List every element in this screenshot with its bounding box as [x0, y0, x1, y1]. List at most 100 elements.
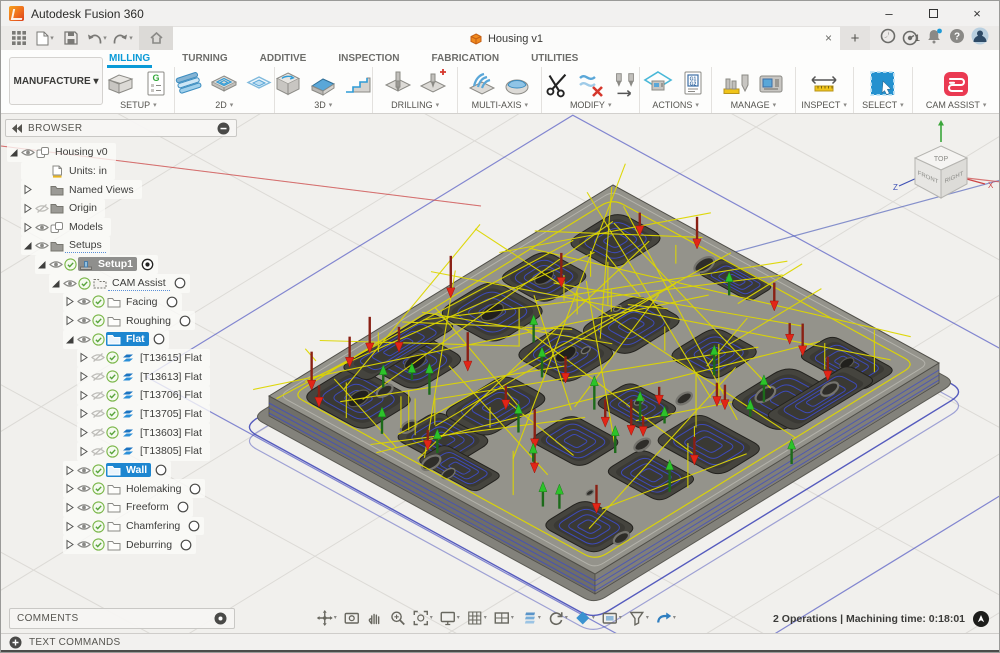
visibility-eye-icon[interactable]	[90, 426, 105, 439]
operation-ring-icon[interactable]	[177, 501, 189, 513]
viewports-icon[interactable]: ▾	[491, 608, 517, 628]
operation-ring-icon[interactable]	[180, 539, 192, 551]
close-button[interactable]: ×	[955, 1, 999, 26]
operation-ring-icon[interactable]	[188, 520, 200, 532]
expander-icon[interactable]	[77, 427, 90, 438]
tree-row[interactable]: Flat	[63, 330, 169, 349]
expander-icon[interactable]	[63, 539, 76, 550]
tree-row[interactable]: [T13706] Flat	[77, 386, 210, 405]
orbit-icon[interactable]: ▾	[314, 608, 340, 628]
tree-row[interactable]: Housing v0	[7, 143, 116, 162]
tree-item-label[interactable]: [T13805] Flat	[136, 444, 206, 458]
tree-item-label[interactable]: [T13706] Flat	[136, 388, 206, 402]
visibility-eye-icon[interactable]	[76, 464, 91, 477]
tree-row[interactable]: Wall	[63, 461, 171, 480]
job-status-icon[interactable]	[880, 28, 896, 49]
operation-ring-icon[interactable]	[179, 315, 191, 327]
tree-row[interactable]: Facing	[63, 293, 182, 312]
tree-item-label[interactable]: Housing v0	[51, 145, 112, 159]
tree-item-label[interactable]: [T13603] Flat	[136, 426, 206, 440]
tree-item-label[interactable]: Setup1	[94, 257, 137, 271]
expander-icon[interactable]	[21, 184, 34, 195]
group-label-actions[interactable]: ACTIONS▾	[652, 100, 699, 110]
expander-icon[interactable]	[77, 352, 90, 363]
pan-icon[interactable]	[364, 608, 386, 628]
measure-icon[interactable]	[808, 68, 840, 100]
visibility-eye-icon[interactable]	[90, 351, 105, 364]
tab-milling[interactable]: MILLING	[107, 51, 152, 68]
tab-fabrication[interactable]: FABRICATION	[429, 51, 501, 68]
browser-collapse-all-icon[interactable]	[217, 122, 230, 135]
2d-adaptive-icon[interactable]	[173, 68, 205, 100]
visibility-eye-icon[interactable]	[34, 202, 49, 215]
comments-expand-icon[interactable]	[214, 612, 227, 625]
tree-item-label[interactable]: [T13615] Flat	[136, 351, 206, 365]
data-panel-grid-icon[interactable]	[7, 28, 31, 48]
workspace-selector[interactable]: MANUFACTURE ▾	[9, 57, 103, 105]
tree-row[interactable]: [T13603] Flat	[77, 423, 210, 442]
tree-item-label[interactable]: Wall	[122, 463, 151, 477]
tool-reorder-icon[interactable]	[610, 68, 640, 100]
2d-pocket-icon[interactable]	[208, 68, 240, 100]
visibility-eye-icon[interactable]	[76, 538, 91, 551]
avatar[interactable]	[971, 27, 989, 50]
viewport-canvas[interactable]: TOP FRONT RIGHT Z X BROWSER Housing v0Un…	[1, 114, 999, 633]
drill-icon[interactable]	[382, 68, 414, 100]
visibility-eye-icon[interactable]	[76, 482, 91, 495]
tree-row[interactable]: Origin	[21, 199, 105, 218]
tree-item-label[interactable]: [T13705] Flat	[136, 407, 206, 421]
expander-icon[interactable]	[77, 446, 90, 457]
tree-item-label[interactable]: CAM Assist	[108, 276, 170, 291]
fit-icon[interactable]: ▾	[410, 608, 436, 628]
select-icon[interactable]	[867, 68, 899, 100]
tab-utilities[interactable]: UTILITIES	[529, 51, 580, 68]
group-label-select[interactable]: SELECT▾	[862, 100, 904, 110]
simulate-icon[interactable]	[642, 68, 674, 100]
tree-row[interactable]: Setup1	[35, 255, 158, 274]
expander-icon[interactable]	[77, 390, 90, 401]
visibility-eye-icon[interactable]	[76, 295, 91, 308]
group-label-2d[interactable]: 2D▾	[215, 100, 233, 110]
expander-icon[interactable]	[77, 371, 90, 382]
zoom-icon[interactable]	[387, 608, 409, 628]
help-icon[interactable]: ?	[949, 28, 965, 49]
tree-row[interactable]: Models	[21, 218, 111, 237]
new-setup-icon[interactable]	[105, 68, 137, 100]
tree-item-label[interactable]: Facing	[122, 295, 162, 309]
home-tab-button[interactable]	[139, 26, 173, 50]
tab-inspection[interactable]: INSPECTION	[336, 51, 401, 68]
3d-adaptive-icon[interactable]	[272, 68, 304, 100]
tree-item-label[interactable]: Named Views	[65, 183, 138, 197]
visibility-eye-icon[interactable]	[90, 389, 105, 402]
machine-library-icon[interactable]	[755, 68, 787, 100]
browser-header[interactable]: BROWSER	[5, 119, 237, 137]
refresh-icon[interactable]: ▾	[545, 608, 571, 628]
3d-pocket-icon[interactable]	[307, 68, 339, 100]
tree-item-label[interactable]: Flat	[122, 332, 149, 346]
text-commands-bar[interactable]: TEXT COMMANDS	[1, 633, 999, 653]
tree-item-label[interactable]: Origin	[65, 201, 101, 215]
capture-icon[interactable]: ▾	[599, 608, 625, 628]
group-label-cam-assist[interactable]: CAM ASSIST▾	[926, 100, 987, 110]
tree-item-label[interactable]: [T13613] Flat	[136, 370, 206, 384]
tree-item-label[interactable]: Units: in	[65, 164, 111, 178]
tree-row[interactable]: [T13805] Flat	[77, 442, 210, 461]
undo-icon[interactable]: ▾	[85, 28, 109, 48]
document-tab[interactable]: Housing v1 ×	[173, 26, 840, 50]
tree-row[interactable]: Freeform	[63, 498, 193, 517]
tree-row[interactable]: Roughing	[63, 311, 195, 330]
look-at-icon[interactable]	[341, 608, 363, 628]
flow-icon[interactable]	[501, 68, 533, 100]
expander-icon[interactable]	[21, 203, 34, 214]
group-label-multiaxis[interactable]: MULTI-AXIS▾	[472, 100, 528, 110]
group-label-manage[interactable]: MANAGE▾	[731, 100, 777, 110]
tree-row[interactable]: [T13705] Flat	[77, 405, 210, 424]
operation-ring-icon[interactable]	[166, 296, 178, 308]
bell-icon[interactable]	[926, 28, 943, 49]
group-label-modify[interactable]: MODIFY▾	[570, 100, 612, 110]
redo-icon[interactable]: ▾	[111, 28, 135, 48]
expander-icon[interactable]	[63, 296, 76, 307]
expander-icon[interactable]	[63, 315, 76, 326]
visibility-eye-icon[interactable]	[62, 277, 77, 290]
cam-assist-icon[interactable]	[940, 68, 972, 100]
